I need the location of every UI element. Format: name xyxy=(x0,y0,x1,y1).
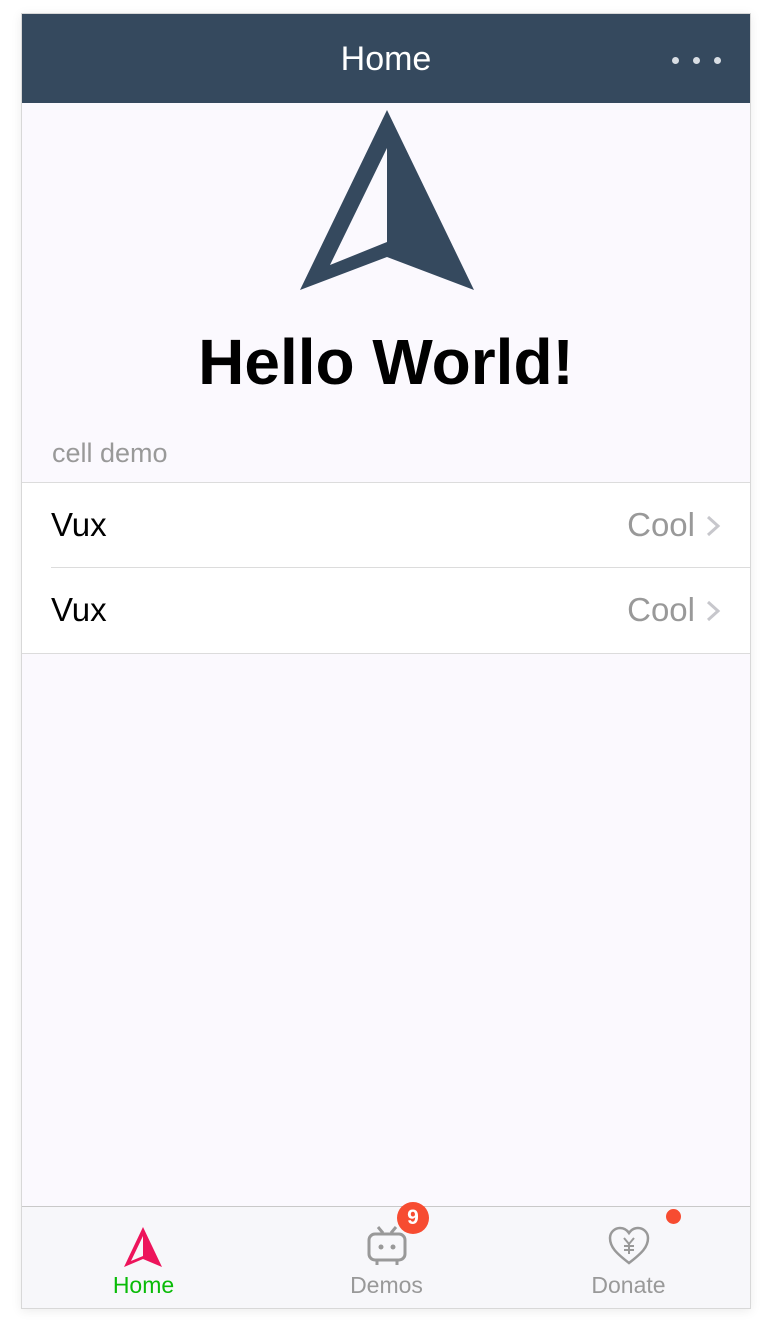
vux-logo-icon xyxy=(300,110,474,290)
more-button[interactable] xyxy=(656,42,736,78)
more-dots-icon xyxy=(713,56,721,64)
vux-logo-icon xyxy=(123,1227,162,1267)
more-dots-icon xyxy=(671,56,679,64)
tab-demos[interactable]: 9 Demos xyxy=(265,1202,508,1308)
cell-group-title: cell demo xyxy=(52,438,168,468)
cell-item[interactable]: Vux Cool xyxy=(22,483,750,568)
notification-dot xyxy=(666,1209,681,1224)
header: Home xyxy=(22,14,750,103)
cell-group: Vux Cool Vux Cool xyxy=(22,482,750,654)
tab-label: Donate xyxy=(591,1272,666,1298)
tab-home[interactable]: Home xyxy=(22,1207,265,1308)
hello-heading: Hello World! xyxy=(198,326,574,398)
notification-badge: 9 xyxy=(397,1202,429,1234)
cell-value: Cool xyxy=(627,506,695,543)
heart-yen-icon xyxy=(608,1226,649,1265)
cell-label: Vux xyxy=(51,506,107,543)
tab-label: Demos xyxy=(350,1272,423,1298)
app-window: Home Hello World! cell demo Vux Cool Vux… xyxy=(21,13,751,1309)
tab-donate[interactable]: Donate xyxy=(507,1207,750,1308)
cell-label: Vux xyxy=(51,591,107,628)
cell-item[interactable]: Vux Cool xyxy=(22,568,750,652)
page-title: Home xyxy=(340,40,432,78)
more-dots-icon xyxy=(692,56,700,64)
tab-label: Home xyxy=(112,1272,175,1298)
cell-value: Cool xyxy=(627,591,695,628)
tab-bar: Home 9 Demos Donate xyxy=(22,1202,750,1308)
chevron-right-icon xyxy=(706,600,721,622)
chevron-right-icon xyxy=(706,515,721,537)
